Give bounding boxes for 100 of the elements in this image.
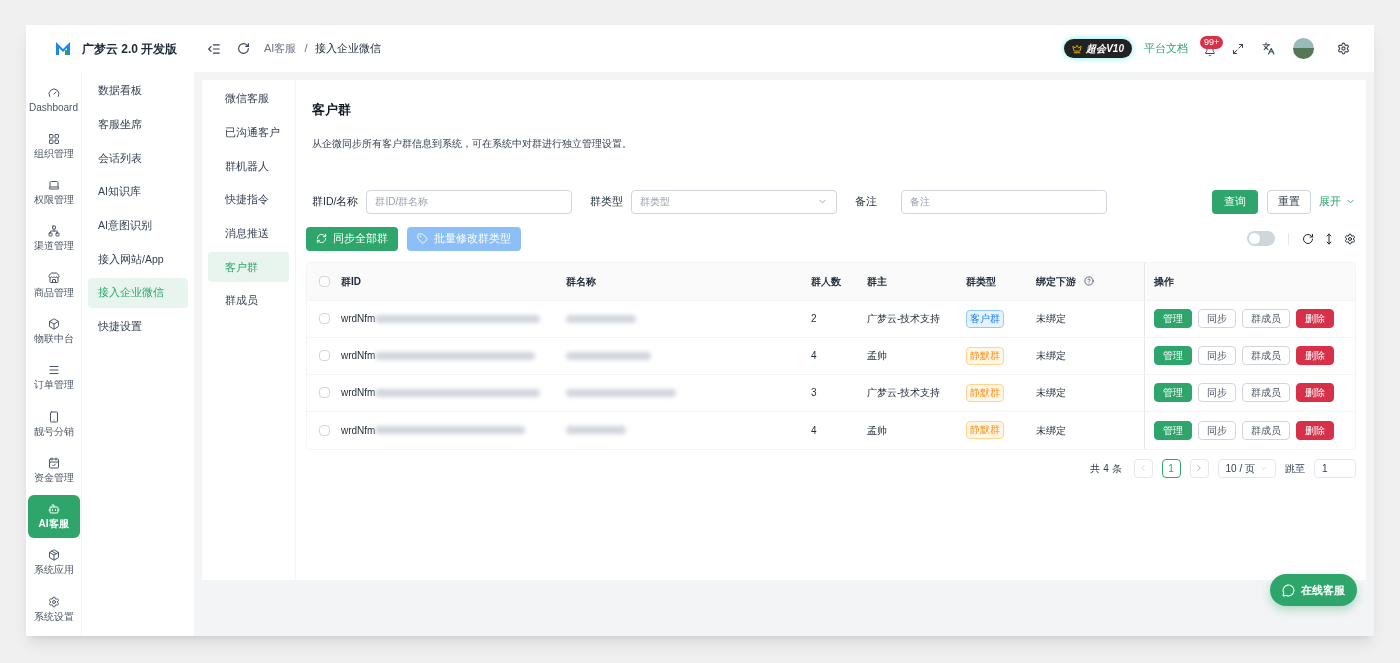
- table-cell-text: wrdNfm: [341, 312, 376, 326]
- submenu-item[interactable]: 群成员: [208, 286, 289, 317]
- cube-icon: [47, 318, 60, 330]
- calendar-icon: [47, 456, 60, 469]
- sync-button[interactable]: 同步: [1198, 346, 1236, 365]
- group-type-tag: 客户群: [966, 309, 1004, 328]
- delete-button[interactable]: 删除: [1296, 420, 1334, 440]
- submenu-item[interactable]: 微信客服: [208, 84, 289, 114]
- sync-button[interactable]: 同步: [1198, 383, 1236, 402]
- brand-title: 广梦云 2.0 开发版: [82, 40, 178, 58]
- filter-label: 群ID/名称: [312, 193, 359, 209]
- collapse-menu-icon[interactable]: [207, 41, 221, 56]
- crown-icon: [1072, 43, 1083, 54]
- members-button[interactable]: 群成员: [1242, 309, 1290, 328]
- breadcrumb-item[interactable]: AI客服: [264, 40, 297, 57]
- jump-input[interactable]: 1: [1314, 458, 1356, 478]
- toggle-switch[interactable]: [1247, 231, 1275, 246]
- bot-icon: [47, 503, 60, 516]
- menu-item[interactable]: AI意图识别: [88, 210, 188, 241]
- table-cell-text: 未绑定: [1036, 312, 1067, 326]
- table-cell-text: 4: [811, 423, 818, 438]
- gauge-icon: [47, 86, 60, 99]
- filter-label: 群类型: [590, 193, 624, 209]
- menu-item[interactable]: 会话列表: [88, 143, 188, 174]
- members-button[interactable]: 群成员: [1242, 346, 1290, 365]
- store-icon: [47, 271, 60, 284]
- sync-button[interactable]: 同步: [1198, 420, 1236, 440]
- column-header: 群主: [867, 274, 887, 289]
- help-icon[interactable]: [1084, 276, 1094, 286]
- column-header: 绑定下游: [1036, 274, 1076, 289]
- delete-button[interactable]: 删除: [1296, 346, 1334, 365]
- reset-button[interactable]: 重置: [1267, 189, 1311, 214]
- rail-item[interactable]: Dashboard: [27, 78, 80, 121]
- rail-item[interactable]: 系统应用: [27, 540, 80, 584]
- table-cell-text: 孟帅: [867, 349, 888, 363]
- laptop-icon: [47, 179, 60, 192]
- vip-badge[interactable]: 超会V10: [1064, 39, 1132, 58]
- user-avatar[interactable]: [1293, 38, 1314, 59]
- menu-item[interactable]: 数据看板: [88, 76, 188, 106]
- select-all-checkbox[interactable]: [318, 275, 330, 287]
- row-checkbox[interactable]: [318, 350, 330, 361]
- rail-item[interactable]: 系统设置: [27, 587, 80, 631]
- page-size-select[interactable]: 10 / 页: [1217, 458, 1276, 478]
- blurred-text: [566, 314, 636, 323]
- menu-item[interactable]: AI知识库: [88, 177, 188, 208]
- refresh-icon[interactable]: [237, 42, 250, 55]
- page-title: 客户群: [312, 101, 352, 119]
- table-cell-text: 孟帅: [867, 423, 888, 438]
- table-cell-text: 未绑定: [1036, 386, 1067, 400]
- rail-item[interactable]: 权限管理: [27, 170, 80, 214]
- column-header: 操作: [1154, 274, 1174, 289]
- settings-icon: [47, 595, 60, 608]
- table-cell-text: wrdNfm: [341, 349, 376, 363]
- network-icon: [47, 225, 60, 238]
- column-header: 群类型: [966, 274, 996, 289]
- rail-item[interactable]: 商品管理: [27, 263, 80, 307]
- filter-label: 备注: [855, 193, 879, 209]
- column-header: 群ID: [341, 274, 361, 289]
- row-checkbox[interactable]: [318, 387, 330, 398]
- column-header: 群人数: [811, 274, 841, 289]
- notification-badge: 99+: [1200, 35, 1224, 49]
- phone-icon: [47, 410, 60, 423]
- row-checkbox[interactable]: [318, 313, 330, 324]
- blurred-text: [566, 426, 626, 434]
- fullscreen-icon[interactable]: [1232, 42, 1244, 55]
- logo-icon: [56, 42, 70, 55]
- menu-item[interactable]: 接入网站/App: [88, 244, 188, 275]
- language-icon[interactable]: [1262, 42, 1275, 55]
- jump-label: 跳至: [1285, 461, 1305, 476]
- members-button[interactable]: 群成员: [1242, 420, 1290, 440]
- sync-button[interactable]: 同步: [1198, 309, 1236, 328]
- delete-button[interactable]: 删除: [1296, 309, 1334, 328]
- menu-item[interactable]: 快捷设置: [88, 311, 188, 342]
- table-cell-text: 3: [811, 386, 818, 400]
- table-cell-text: 2: [811, 312, 818, 326]
- members-button[interactable]: 群成员: [1242, 383, 1290, 402]
- submenu-item[interactable]: 群机器人: [208, 151, 289, 182]
- delete-button[interactable]: 删除: [1296, 383, 1334, 402]
- submenu-item[interactable]: 已沟通客户: [208, 117, 289, 148]
- rail-item[interactable]: 靓号分销: [27, 402, 80, 446]
- tag-icon: [417, 233, 428, 244]
- list-icon: [47, 364, 60, 377]
- rail-item[interactable]: 资金管理: [27, 448, 80, 492]
- total-count: 共 4 条: [1090, 461, 1122, 476]
- submenu-item[interactable]: 消息推送: [208, 218, 289, 249]
- rail-item[interactable]: 物联中台: [27, 309, 80, 353]
- column-settings-icon[interactable]: [1344, 232, 1356, 245]
- refresh-icon: [316, 233, 327, 244]
- group-type-tag: 静默群: [966, 421, 1004, 439]
- rail-item[interactable]: 订单管理: [27, 355, 80, 399]
- rail-item[interactable]: 组织管理: [27, 124, 80, 168]
- menu-item[interactable]: 客服坐席: [88, 109, 188, 140]
- table-cell-text: 广梦云-技术支持: [867, 386, 942, 400]
- package-icon: [47, 549, 60, 562]
- reload-icon[interactable]: [1302, 232, 1314, 245]
- rail-item[interactable]: 渠道管理: [27, 216, 80, 260]
- breadcrumb-item: 接入企业微信: [315, 41, 382, 57]
- row-checkbox[interactable]: [318, 424, 330, 436]
- submenu-item[interactable]: 快捷指令: [208, 185, 289, 216]
- settings-icon[interactable]: [1337, 42, 1350, 55]
